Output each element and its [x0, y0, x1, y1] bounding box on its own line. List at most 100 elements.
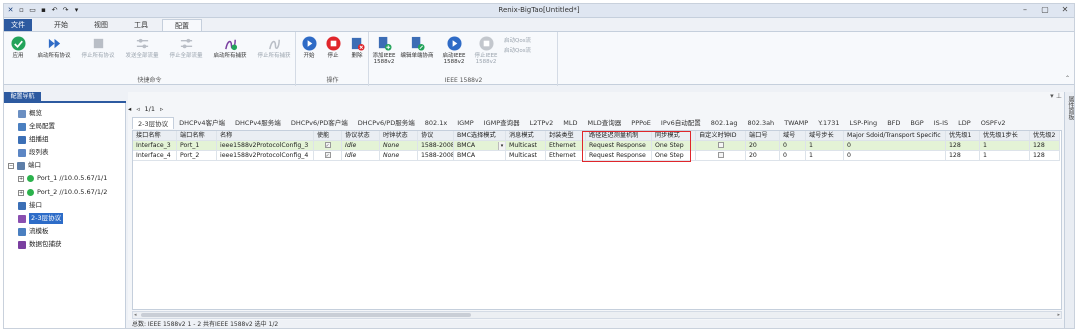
table-cell[interactable]: 0 [844, 141, 946, 151]
tree-item-segment-list[interactable]: 段列表 [18, 147, 49, 158]
table-cell[interactable]: Idle [342, 141, 380, 151]
tab-tools[interactable]: 工具 [122, 19, 160, 31]
tab-file[interactable]: 文件 [4, 19, 32, 31]
start-button[interactable]: 开始 [297, 36, 321, 59]
delete-button[interactable]: 删除 [345, 36, 369, 59]
tab-protocol-13[interactable]: 802.1ag [706, 117, 743, 129]
table-cell[interactable]: Multicast [506, 141, 546, 151]
column-header[interactable]: Major Sdoid/Transport Specific [844, 131, 946, 141]
table-cell[interactable]: Ethernet [546, 151, 586, 161]
tab-protocol-2[interactable]: DHCPv4服务端 [230, 117, 286, 129]
horizontal-scrollbar[interactable]: ◂ ▸ [132, 311, 1062, 319]
table-cell[interactable]: 20 [746, 141, 780, 151]
tab-protocol-1[interactable]: DHCPv4客户端 [174, 117, 230, 129]
tab-start[interactable]: 开始 [42, 19, 80, 31]
checkbox-icon[interactable] [717, 142, 724, 148]
column-header[interactable]: 优先级1 [946, 131, 980, 141]
column-header[interactable]: 自定义时钟ID [696, 131, 746, 141]
column-header[interactable]: 消息模式 [506, 131, 546, 141]
stop-ieee1588v2-button[interactable]: 停止IEEE 1588v2 [470, 36, 502, 65]
table-cell[interactable]: None [380, 151, 418, 161]
table-cell[interactable]: BMCA [454, 151, 506, 161]
table-cell[interactable]: 128 [946, 141, 980, 151]
tree-item-port-1[interactable]: + Port_1 //10.0.5.67/1/1 [18, 173, 107, 184]
table-cell[interactable]: 128 [946, 151, 980, 161]
column-header[interactable]: 协议状态 [342, 131, 380, 141]
table-cell[interactable]: 1 [806, 151, 844, 161]
table-cell[interactable]: 1 [980, 151, 1030, 161]
tab-protocol-4[interactable]: DHCPv6/PD服务端 [353, 117, 420, 129]
tab-protocol-6[interactable]: IGMP [452, 117, 478, 129]
close-icon[interactable]: ✕ [1058, 5, 1072, 14]
tab-protocol-9[interactable]: MLD [558, 117, 582, 129]
table-cell[interactable]: Request Response [586, 151, 652, 161]
tab-protocol-8[interactable]: L2TPv2 [525, 117, 559, 129]
first-page-icon[interactable]: ◂ [128, 105, 131, 113]
tab-protocol-10[interactable]: MLD查询器 [583, 117, 627, 129]
stop-all-capture-button[interactable]: 停止所有捕获 [252, 36, 296, 59]
tab-protocol-7[interactable]: IGMP查询器 [479, 117, 525, 129]
left-panel-tab[interactable]: 配置导航 [4, 92, 41, 101]
pin-icon[interactable]: ▾ ⊥ [1050, 92, 1062, 100]
tree-item-overview[interactable]: 概览 [18, 108, 42, 119]
enable-checkbox[interactable] [314, 141, 342, 151]
tab-protocol-12[interactable]: IPv6自动配置 [656, 117, 706, 129]
start-qos-stream-item[interactable]: 启动Qos流 [504, 36, 531, 46]
next-page-icon[interactable]: ▹ [160, 105, 163, 113]
tab-protocol-20[interactable]: IS-IS [929, 117, 953, 129]
tree-item-interface[interactable]: 接口 [18, 200, 42, 211]
table-cell[interactable]: 20 [746, 151, 780, 161]
column-header[interactable]: 协议 [418, 131, 454, 141]
custom-clock-id-checkbox[interactable] [696, 141, 746, 151]
tab-protocol-15[interactable]: TWAMP [779, 117, 813, 129]
column-header[interactable]: 接口名称 [133, 131, 177, 141]
table-cell[interactable]: One Step [652, 141, 696, 151]
tab-protocol-17[interactable]: LSP-Ping [844, 117, 882, 129]
table-cell[interactable]: Interface_3 [133, 141, 177, 151]
send-all-traffic-button[interactable]: 发送全部流量 [120, 36, 164, 59]
table-cell[interactable]: Port_1 [177, 141, 217, 151]
tab-protocol-21[interactable]: LDP [953, 117, 976, 129]
custom-clock-id-checkbox[interactable] [696, 151, 746, 161]
tab-protocol-14[interactable]: 802.3ah [742, 117, 779, 129]
table-cell[interactable]: ieee1588v2ProtocolConfig_3 [217, 141, 314, 151]
dropdown-arrow-icon[interactable]: ▾ [498, 142, 505, 150]
tab-protocol-0[interactable]: 2-3层协议 [132, 117, 175, 129]
column-header[interactable]: 端口号 [746, 131, 780, 141]
table-cell[interactable]: 0 [844, 151, 946, 161]
column-header[interactable]: 优先级1步长 [980, 131, 1030, 141]
tab-protocol-11[interactable]: PPPoE [626, 117, 656, 129]
table-cell[interactable]: 1 [980, 141, 1030, 151]
table-cell[interactable]: 1588-2008 [418, 141, 454, 151]
tab-protocol-19[interactable]: BGP [905, 117, 928, 129]
table-cell[interactable]: ieee1588v2ProtocolConfig_4 [217, 151, 314, 161]
table-cell[interactable]: 128 [1030, 141, 1060, 151]
enable-checkbox[interactable] [314, 151, 342, 161]
table-cell[interactable]: Idle [342, 151, 380, 161]
column-header[interactable]: 优先级2 [1030, 131, 1060, 141]
table-cell[interactable]: Request Response [586, 141, 652, 151]
apply-button[interactable]: 应用 [4, 36, 32, 59]
table-cell[interactable]: 0 [780, 151, 806, 161]
prev-page-icon[interactable]: ◃ [136, 105, 139, 113]
expand-icon[interactable]: + [18, 189, 24, 196]
table-cell[interactable]: Port_2 [177, 151, 217, 161]
tab-protocol-18[interactable]: BFD [882, 117, 905, 129]
column-header[interactable]: 域号步长 [806, 131, 844, 141]
table-cell[interactable]: 1588-2008 [418, 151, 454, 161]
table-row[interactable]: Interface_3 Port_1 ieee1588v2ProtocolConfi… [133, 141, 1061, 151]
table-cell[interactable]: Multicast [506, 151, 546, 161]
maximize-icon[interactable]: ▢ [1038, 5, 1052, 14]
column-header[interactable]: 使能 [314, 131, 342, 141]
table-cell[interactable]: None [380, 141, 418, 151]
tab-protocol-22[interactable]: OSPFv2 [976, 117, 1011, 129]
checkbox-icon[interactable] [717, 152, 724, 158]
stop-button[interactable]: 停止 [321, 36, 345, 59]
checkbox-icon[interactable] [324, 142, 331, 148]
tree-item-l2-l3-protocols[interactable]: 2-3层协议 [18, 213, 64, 224]
start-all-protocols-button[interactable]: 启动所有协议 [32, 36, 76, 59]
properties-side-panel[interactable]: 属性面板 [1064, 92, 1074, 328]
expand-icon[interactable]: + [18, 175, 24, 182]
ribbon-collapse-icon[interactable]: ⌃ [1065, 75, 1070, 82]
tab-view[interactable]: 视图 [82, 19, 120, 31]
